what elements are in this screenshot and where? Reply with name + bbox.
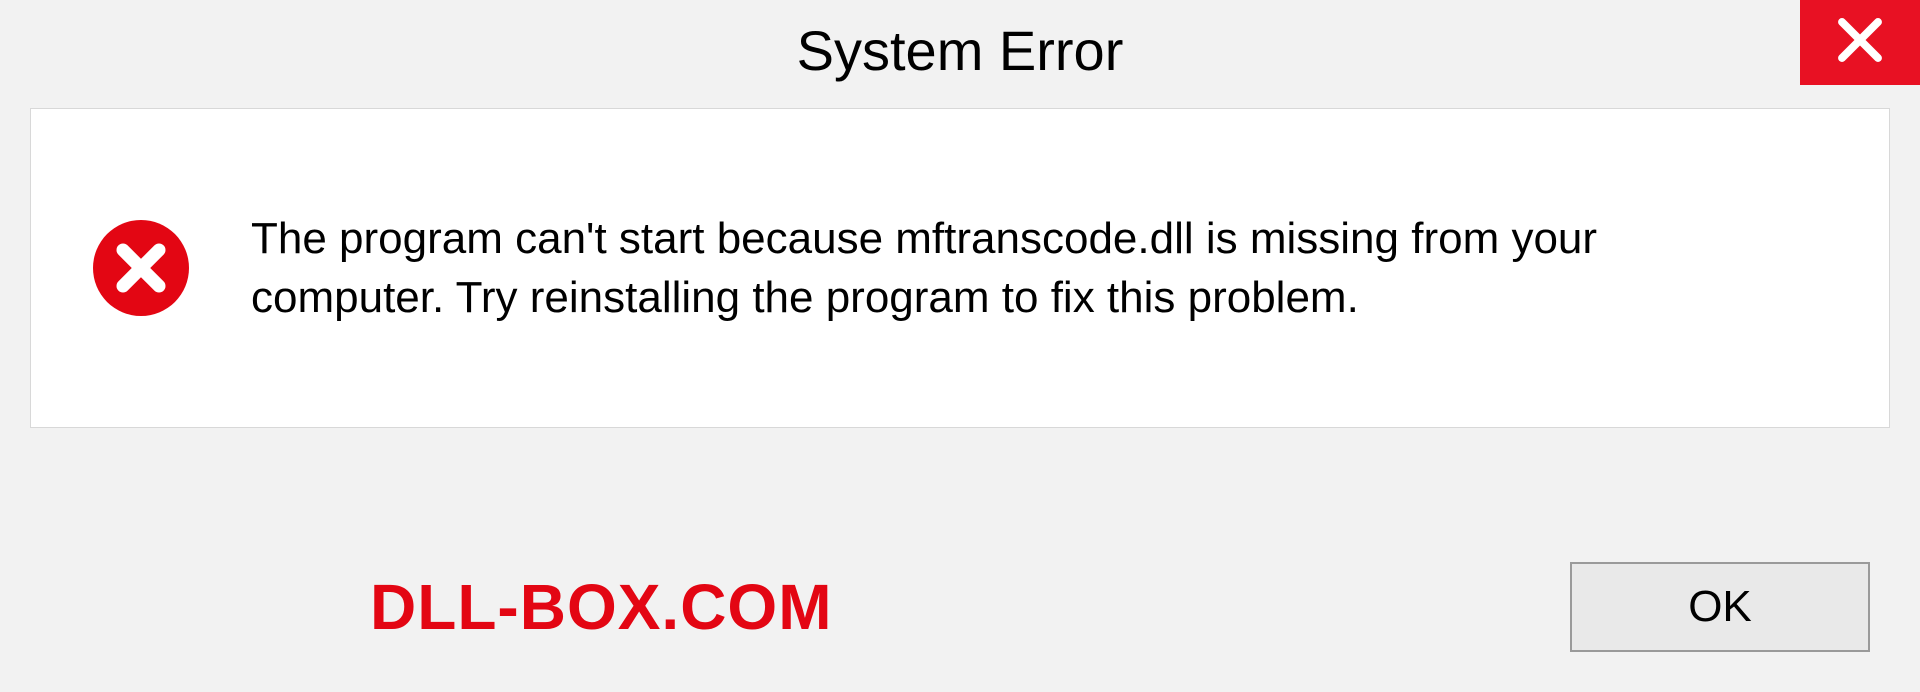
ok-button-label: OK: [1688, 582, 1752, 632]
error-message-text: The program can't start because mftransc…: [251, 209, 1651, 328]
error-icon: [91, 218, 191, 318]
ok-button[interactable]: OK: [1570, 562, 1870, 652]
close-icon: [1833, 13, 1887, 72]
dialog-footer: DLL-BOX.COM OK: [30, 562, 1890, 652]
dialog-title: System Error: [797, 18, 1124, 83]
close-button[interactable]: [1800, 0, 1920, 85]
dialog-content: The program can't start because mftransc…: [30, 108, 1890, 428]
watermark-text: DLL-BOX.COM: [370, 570, 833, 644]
dialog-titlebar: System Error: [0, 0, 1920, 100]
